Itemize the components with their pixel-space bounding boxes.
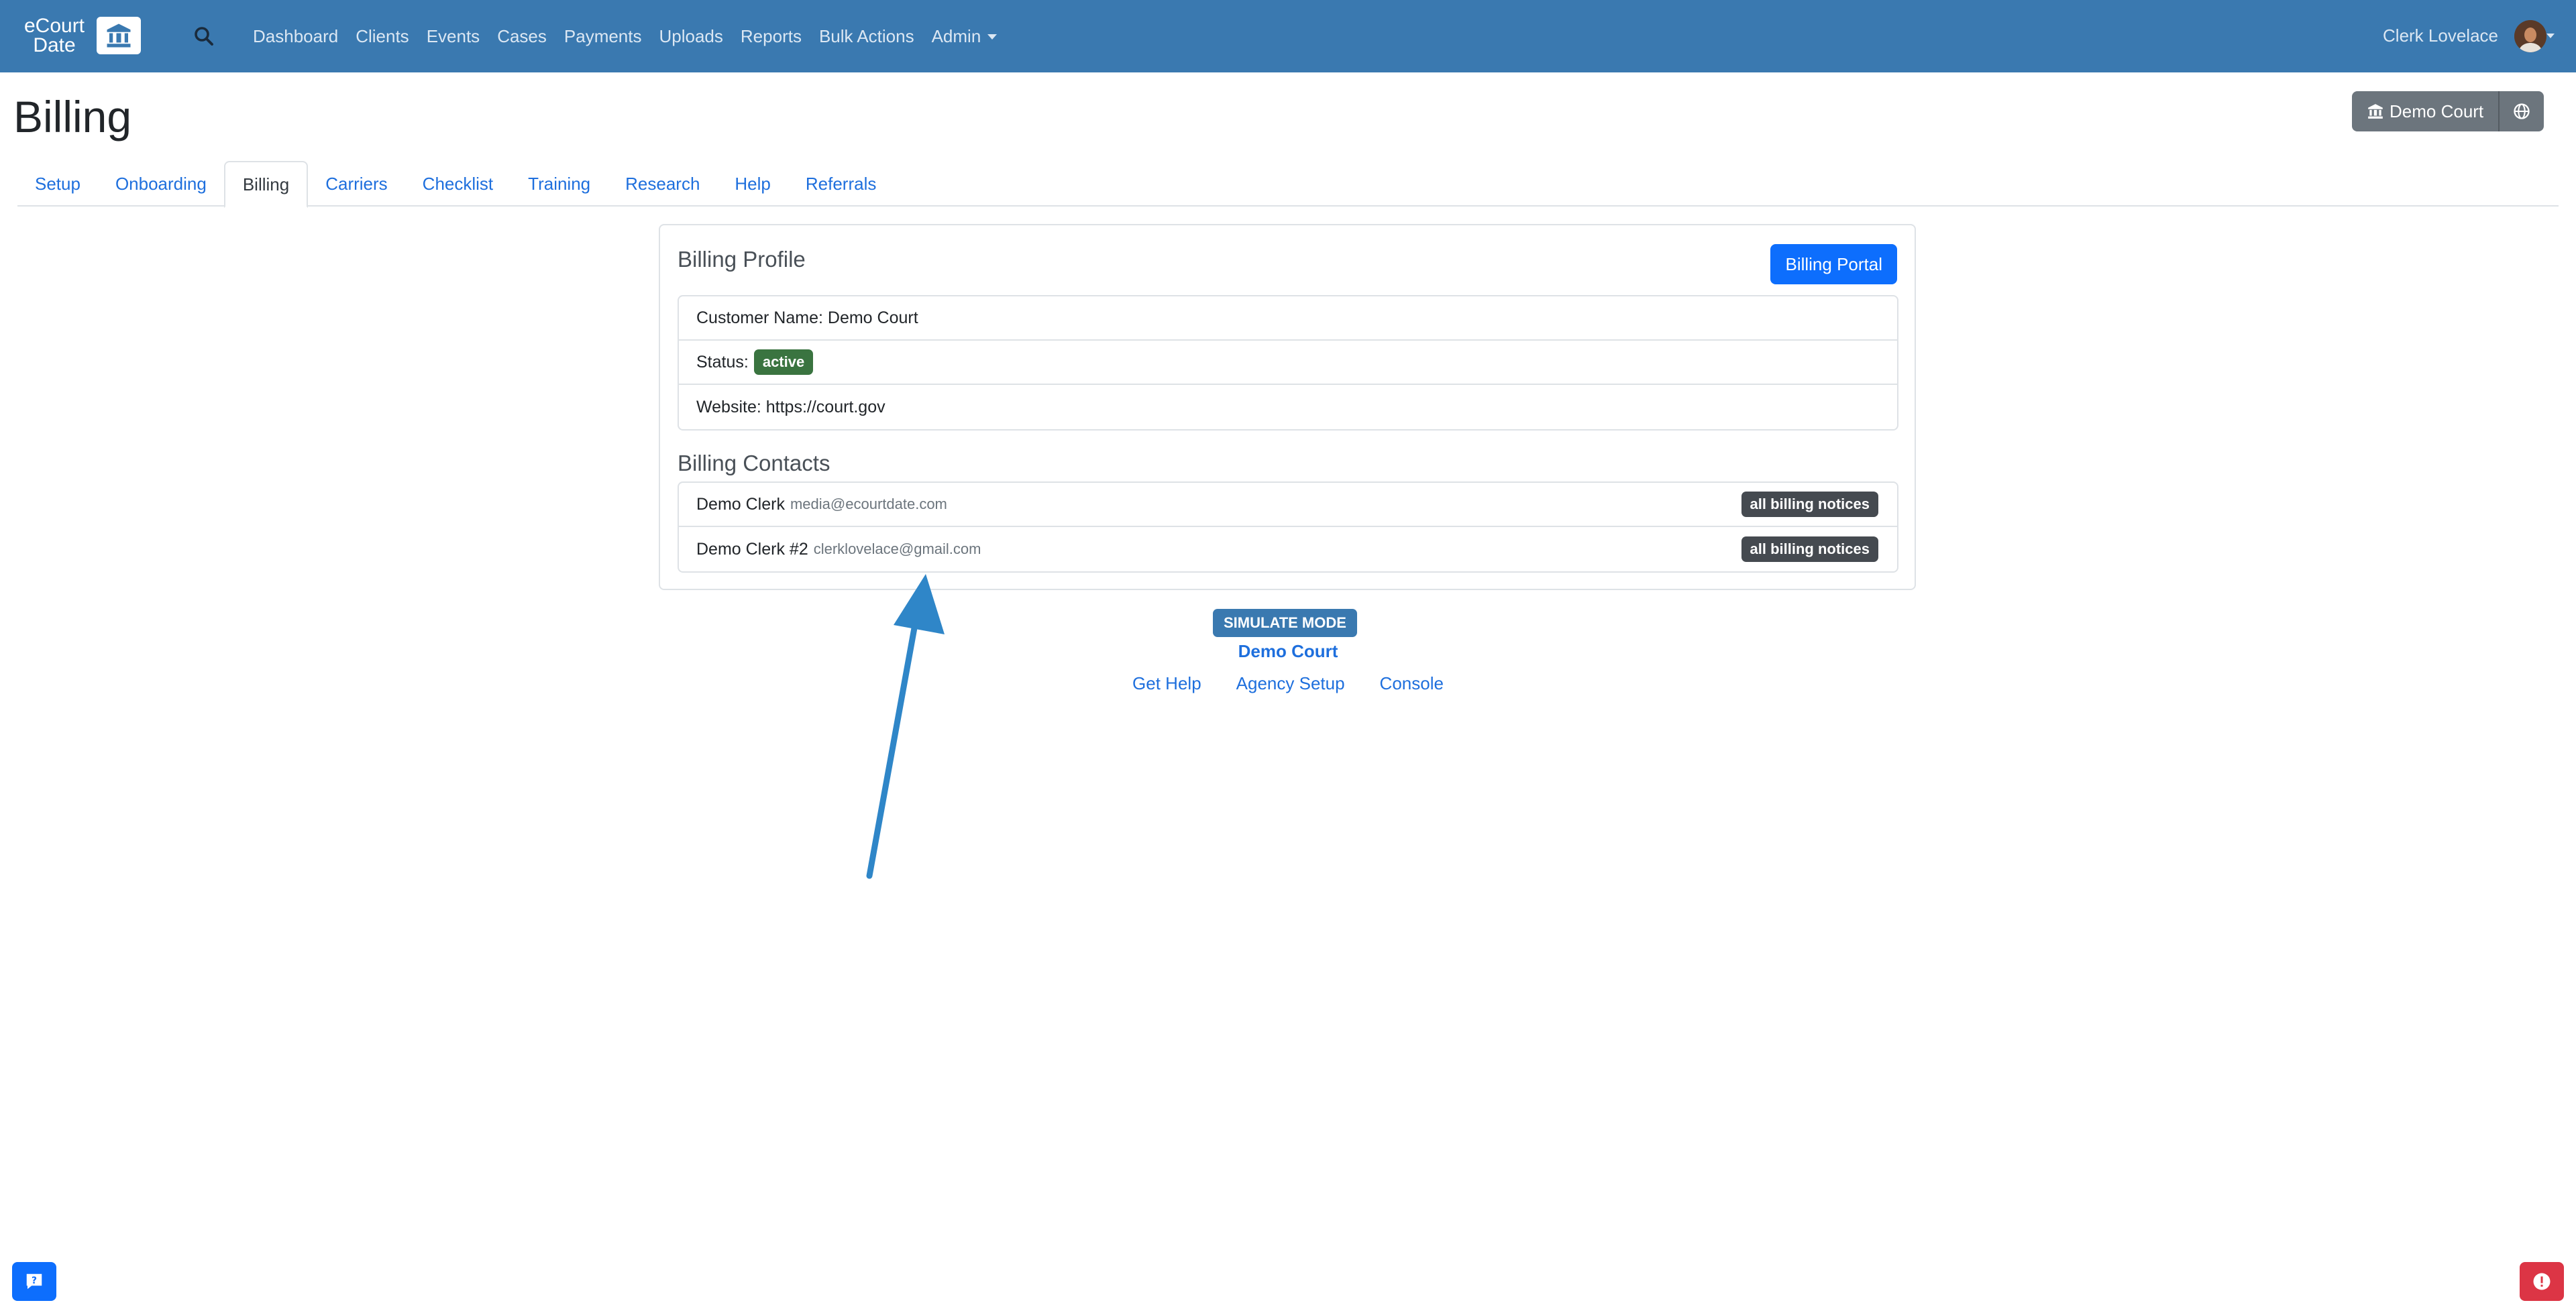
tab-help[interactable]: Help (717, 161, 788, 207)
contact-email: clerklovelace@gmail.com (813, 540, 981, 557)
chevron-down-icon[interactable] (2546, 34, 2555, 38)
nav-uploads[interactable]: Uploads (651, 26, 732, 47)
website: Website: https://court.gov (696, 397, 885, 416)
bank-icon (2368, 104, 2383, 119)
tab-carriers[interactable]: Carriers (308, 161, 405, 207)
tab-referrals[interactable]: Referrals (788, 161, 894, 207)
tab-setup[interactable]: Setup (17, 161, 98, 207)
billing-profile-title: Billing Profile (678, 247, 806, 272)
top-navbar: eCourt Date Dashboard Clients Events Cas… (0, 0, 2576, 72)
main-nav: Dashboard Clients Events Cases Payments … (244, 0, 1006, 72)
simulated-court-link[interactable]: Demo Court (1181, 641, 1395, 662)
brand-logo[interactable]: eCourt Date (15, 15, 141, 56)
courthouse-logo-icon (97, 17, 141, 54)
tab-onboarding[interactable]: Onboarding (98, 161, 224, 207)
website-row: Website: https://court.gov (679, 385, 1897, 429)
svg-text:?: ? (32, 1275, 37, 1286)
globe-button[interactable] (2500, 91, 2544, 131)
billing-contacts-title: Billing Contacts (678, 451, 830, 475)
question-chat-icon: ? (26, 1273, 42, 1290)
chevron-down-icon (987, 34, 998, 40)
get-help-link[interactable]: Get Help (1132, 673, 1201, 694)
tab-checklist[interactable]: Checklist (405, 161, 511, 207)
billing-portal-button[interactable]: Billing Portal (1770, 244, 1897, 284)
alert-button[interactable] (2520, 1262, 2564, 1301)
settings-tabs: Setup Onboarding Billing Carriers Checkl… (17, 161, 2559, 208)
globe-icon (2514, 103, 2530, 119)
brand-line-2: Date (33, 34, 76, 56)
status-row: Status: active (679, 341, 1897, 385)
billing-contacts-list: Demo Clerk media@ecourtdate.com all bill… (678, 481, 1898, 573)
nav-events[interactable]: Events (418, 26, 489, 47)
nav-cases[interactable]: Cases (488, 26, 555, 47)
contact-row: Demo Clerk #2 clerklovelace@gmail.com al… (679, 527, 1897, 571)
tab-training[interactable]: Training (511, 161, 608, 207)
court-button-label: Demo Court (2390, 101, 2484, 121)
nav-payments[interactable]: Payments (555, 26, 651, 47)
avatar[interactable] (2514, 20, 2546, 52)
billing-card: Billing Profile Billing Portal Customer … (659, 224, 1916, 590)
tab-research[interactable]: Research (608, 161, 717, 207)
notice-badge: all billing notices (1741, 536, 1878, 562)
nav-admin-label: Admin (931, 25, 981, 46)
footer-links: Get Help Agency Setup Console (1114, 673, 1462, 694)
brand-line-1: eCourt (23, 15, 85, 37)
agency-setup-link[interactable]: Agency Setup (1236, 673, 1345, 694)
exclamation-icon (2533, 1273, 2551, 1290)
nav-admin-dropdown[interactable]: Admin (923, 26, 1006, 47)
status-badge: active (753, 349, 814, 375)
console-link[interactable]: Console (1380, 673, 1444, 694)
notice-badge: all billing notices (1741, 492, 1878, 517)
contact-name: Demo Clerk #2 (696, 539, 808, 559)
brand-text: eCourt Date (15, 15, 94, 56)
contact-name: Demo Clerk (696, 494, 785, 514)
nav-clients[interactable]: Clients (347, 26, 417, 47)
page-title: Billing (13, 92, 132, 141)
status-label: Status: (696, 352, 749, 372)
nav-dashboard[interactable]: Dashboard (244, 26, 347, 47)
court-button[interactable]: Demo Court (2352, 91, 2500, 131)
court-selector: Demo Court (2352, 91, 2544, 131)
billing-profile-list: Customer Name: Demo Court Status: active… (678, 295, 1898, 431)
tab-billing[interactable]: Billing (223, 161, 309, 208)
contact-email: media@ecourtdate.com (790, 496, 947, 512)
customer-name: Customer Name: Demo Court (696, 308, 918, 327)
simulate-mode-badge: SIMULATE MODE (1213, 609, 1357, 637)
customer-name-row: Customer Name: Demo Court (679, 296, 1897, 341)
nav-bulk-actions[interactable]: Bulk Actions (810, 26, 923, 47)
help-chat-button[interactable]: ? (12, 1262, 56, 1301)
nav-reports[interactable]: Reports (732, 26, 810, 47)
search-icon[interactable] (192, 24, 216, 48)
user-name[interactable]: Clerk Lovelace (2383, 25, 2498, 46)
contact-row: Demo Clerk media@ecourtdate.com all bill… (679, 483, 1897, 527)
arrow-shaft (866, 614, 920, 879)
